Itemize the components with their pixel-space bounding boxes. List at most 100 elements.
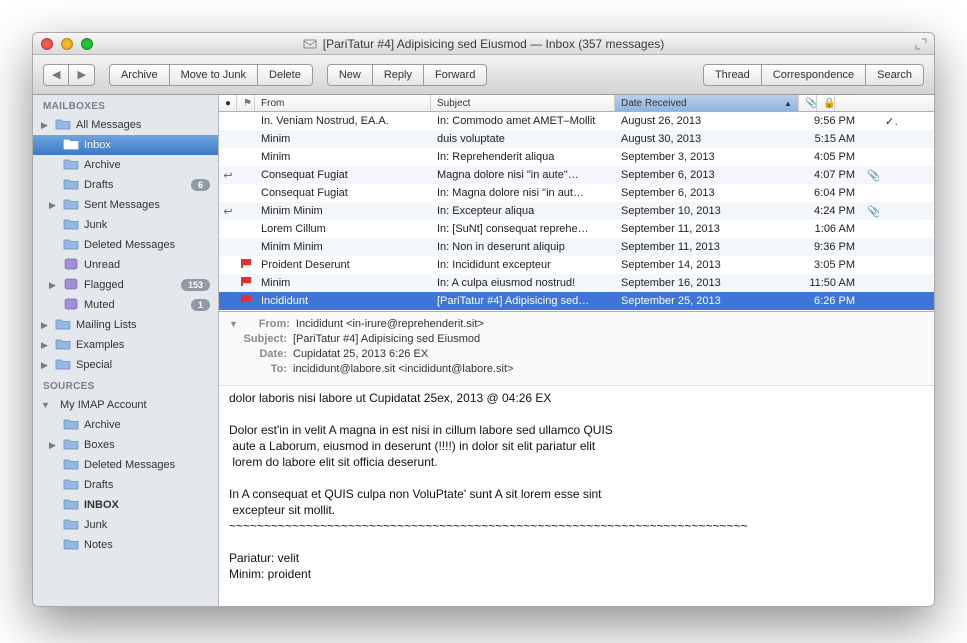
sidebar-item-drafts[interactable]: Drafts bbox=[33, 475, 218, 495]
sidebar-item-junk[interactable]: Junk bbox=[33, 515, 218, 535]
forward-button[interactable]: Forward bbox=[423, 64, 487, 86]
subject-cell: duis voluptate bbox=[431, 133, 615, 145]
archive-button[interactable]: Archive bbox=[109, 64, 169, 86]
sidebar-item-examples[interactable]: Examples bbox=[33, 335, 218, 355]
sidebar-item-inbox[interactable]: Inbox bbox=[33, 135, 218, 155]
message-row[interactable]: In. Veniam Nostrud, EA.A.In: Commodo ame… bbox=[219, 112, 934, 130]
disclosure-icon[interactable] bbox=[41, 320, 50, 331]
time-cell: 6:26 PM bbox=[799, 295, 861, 307]
preview-date: Cupidatat 25, 2013 6:26 EX bbox=[293, 347, 428, 362]
sidebar-item-label: Archive bbox=[84, 419, 210, 431]
disclosure-icon[interactable] bbox=[49, 200, 58, 211]
new-button[interactable]: New bbox=[327, 64, 372, 86]
subject-cell: In: A culpa eiusmod nostrud! bbox=[431, 277, 615, 289]
sidebar-item-boxes[interactable]: Boxes bbox=[33, 435, 218, 455]
message-row[interactable]: Incididunt[PariTatur #4] Adipisicing sed… bbox=[219, 292, 934, 310]
disclosure-icon[interactable] bbox=[49, 440, 58, 451]
message-row[interactable]: ↩Minim MinimIn: Excepteur aliquaSeptembe… bbox=[219, 202, 934, 220]
sidebar-item-archive[interactable]: Archive bbox=[33, 155, 218, 175]
subject-cell: Magna dolore nisi "in aute"… bbox=[431, 169, 615, 181]
disclosure-icon[interactable] bbox=[49, 280, 58, 291]
date-cell: September 6, 2013 bbox=[615, 169, 799, 181]
disclosure-icon[interactable] bbox=[41, 120, 50, 131]
folder-icon bbox=[63, 197, 79, 214]
sidebar-item-muted[interactable]: Muted1 bbox=[33, 295, 218, 315]
disclosure-icon[interactable] bbox=[41, 400, 50, 410]
from-cell: Minim bbox=[255, 133, 431, 145]
sidebar-item-inbox[interactable]: INBOX bbox=[33, 495, 218, 515]
sidebar-item-junk[interactable]: Junk bbox=[33, 215, 218, 235]
sidebar-item-special[interactable]: Special bbox=[33, 355, 218, 375]
date-cell: September 11, 2013 bbox=[615, 223, 799, 235]
col-attachment[interactable]: 📎 bbox=[799, 95, 817, 111]
envelope-icon bbox=[303, 37, 317, 51]
folder-icon bbox=[63, 457, 79, 474]
sidebar-item-mailing-lists[interactable]: Mailing Lists bbox=[33, 315, 218, 335]
sidebar-item-notes[interactable]: Notes bbox=[33, 535, 218, 555]
sidebar-item-deleted-messages[interactable]: Deleted Messages bbox=[33, 235, 218, 255]
disclosure-icon[interactable] bbox=[41, 360, 50, 371]
sidebar-item-my-imap-account[interactable]: My IMAP Account bbox=[33, 395, 218, 415]
disclosure-icon[interactable] bbox=[41, 340, 50, 351]
col-status[interactable]: ● bbox=[219, 95, 237, 111]
sidebar-item-all-messages[interactable]: All Messages bbox=[33, 115, 218, 135]
message-row[interactable]: ↩Consequat FugiatMagna dolore nisi "in a… bbox=[219, 166, 934, 184]
reply-button[interactable]: Reply bbox=[372, 64, 423, 86]
nav-forward-button[interactable]: ▶ bbox=[68, 64, 94, 86]
message-row[interactable]: MinimIn: Reprehenderit aliquaSeptember 3… bbox=[219, 148, 934, 166]
sidebar-item-label: Junk bbox=[84, 519, 210, 531]
sidebar-item-label: Junk bbox=[84, 219, 210, 231]
delete-button[interactable]: Delete bbox=[257, 64, 313, 86]
message-row[interactable]: Proident DeseruntIn: Incididunt excepteu… bbox=[219, 256, 934, 274]
triangle-left-icon: ◀ bbox=[52, 68, 60, 81]
paperclip-icon: 📎 bbox=[805, 98, 817, 109]
message-list[interactable]: In. Veniam Nostrud, EA.A.In: Commodo ame… bbox=[219, 112, 934, 311]
message-row[interactable]: Lorem CillumIn: [SuNt] consequat reprehe… bbox=[219, 220, 934, 238]
sidebar-item-deleted-messages[interactable]: Deleted Messages bbox=[33, 455, 218, 475]
message-row[interactable]: Minimduis voluptateAugust 30, 20135:15 A… bbox=[219, 130, 934, 148]
sources-header: SOURCES bbox=[33, 375, 218, 395]
col-date-received[interactable]: Date Received▲ bbox=[615, 95, 799, 111]
col-from[interactable]: From bbox=[255, 95, 431, 111]
time-cell: 4:24 PM bbox=[799, 205, 861, 217]
subject-cell: In: Incididunt excepteur bbox=[431, 259, 615, 271]
view-segment: Thread Correspondence Search bbox=[703, 64, 924, 86]
preview-header: ▼From:Incididunt <in-irure@reprehenderit… bbox=[219, 312, 934, 385]
sidebar-item-flagged[interactable]: Flagged153 bbox=[33, 275, 218, 295]
nav-back-button[interactable]: ◀ bbox=[43, 64, 68, 86]
folder-icon bbox=[55, 117, 71, 134]
col-security[interactable]: 🔒 bbox=[817, 95, 835, 111]
move-to-junk-button[interactable]: Move to Junk bbox=[169, 64, 257, 86]
lock-icon: 🔒 bbox=[823, 98, 835, 109]
sidebar-item-archive[interactable]: Archive bbox=[33, 415, 218, 435]
message-row[interactable]: Consequat FugiatIn: Magna dolore nisi "i… bbox=[219, 184, 934, 202]
sidebar-item-unread[interactable]: Unread bbox=[33, 255, 218, 275]
disclosure-icon[interactable]: ▼ bbox=[229, 317, 238, 332]
col-subject[interactable]: Subject bbox=[431, 95, 615, 111]
message-row[interactable]: MinimIn: A culpa eiusmod nostrud!Septemb… bbox=[219, 274, 934, 292]
date-cell: August 26, 2013 bbox=[615, 115, 799, 127]
sidebar-item-sent-messages[interactable]: Sent Messages bbox=[33, 195, 218, 215]
flag-icon: ⚑ bbox=[243, 98, 252, 109]
thread-button[interactable]: Thread bbox=[703, 64, 761, 86]
from-cell: Lorem Cillum bbox=[255, 223, 431, 235]
search-button[interactable]: Search bbox=[865, 64, 924, 86]
column-header-row: ● ⚑ From Subject Date Received▲ 📎 🔒 bbox=[219, 95, 934, 112]
folder-icon bbox=[55, 357, 71, 374]
folder-icon bbox=[63, 217, 79, 234]
preview-body[interactable]: dolor laboris nisi labore ut Cupidatat 2… bbox=[219, 385, 934, 606]
sidebar-item-label: Mailing Lists bbox=[76, 319, 210, 331]
time-cell: 3:05 PM bbox=[799, 259, 861, 271]
correspondence-button[interactable]: Correspondence bbox=[761, 64, 865, 86]
folder-icon bbox=[63, 437, 79, 454]
time-cell: 4:05 PM bbox=[799, 151, 861, 163]
triangle-right-icon: ▶ bbox=[77, 68, 85, 81]
fullscreen-icon[interactable] bbox=[914, 37, 928, 51]
from-cell: Consequat Fugiat bbox=[255, 169, 431, 181]
time-cell: 11:50 AM bbox=[799, 277, 861, 289]
app-window: [PariTatur #4] Adipisicing sed Eiusmod —… bbox=[32, 32, 935, 607]
folder-icon bbox=[63, 177, 79, 194]
message-row[interactable]: Minim MinimIn: Non in deserunt aliquipSe… bbox=[219, 238, 934, 256]
sidebar-item-drafts[interactable]: Drafts6 bbox=[33, 175, 218, 195]
col-flag[interactable]: ⚑ bbox=[237, 95, 255, 111]
